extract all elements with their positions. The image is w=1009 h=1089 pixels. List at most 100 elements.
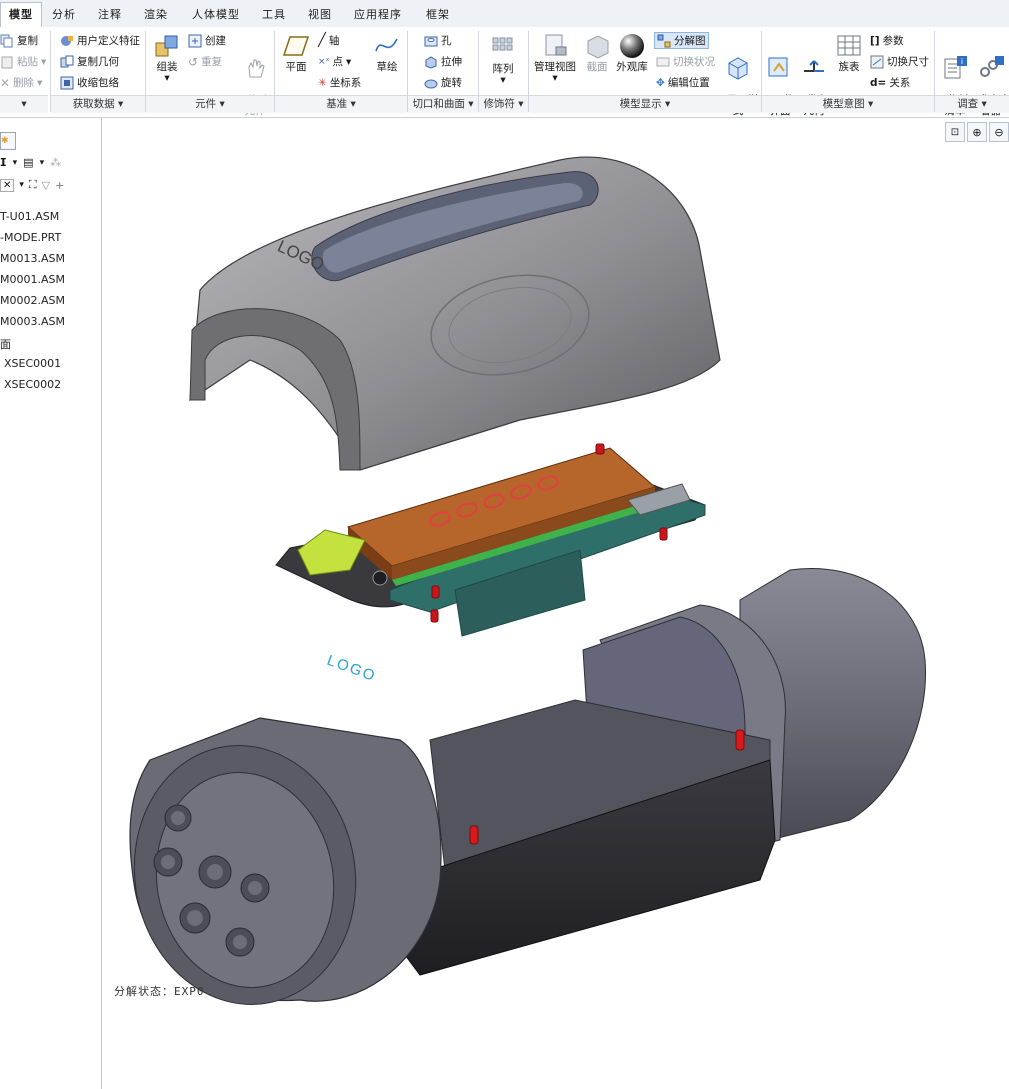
toggle-dimensions-label: 切换尺寸: [887, 56, 929, 68]
axis-icon: ╱: [318, 33, 326, 48]
tree-item[interactable]: M0013.ASM: [0, 252, 65, 265]
exploded-view-label: 分解图: [674, 35, 706, 47]
pattern-button[interactable]: 阵列 ▾: [486, 35, 520, 86]
extrude-icon: [425, 55, 437, 69]
paste-button[interactable]: 粘贴 ▾: [0, 54, 46, 69]
tree-item[interactable]: XSEC0001: [4, 357, 61, 370]
reference-viewer-icon: [979, 56, 1004, 77]
toggle-status-button[interactable]: 切换状况: [656, 54, 715, 69]
tab-applications[interactable]: 应用程序: [346, 3, 410, 26]
edit-position-icon: ✥: [656, 76, 665, 89]
model-tree-search-bar: ✕ ▾ ⛶ ▽ +: [0, 178, 64, 192]
group-footer-operations[interactable]: ▾: [0, 95, 48, 113]
toggle-dimensions-icon: [870, 55, 884, 68]
copy-geometry-icon: [60, 55, 74, 67]
exploded-state-label: 分解状态：EXP0: [114, 985, 205, 998]
copy-geometry-button[interactable]: 复制几何: [60, 54, 119, 69]
tree-item[interactable]: 面: [0, 336, 11, 352]
hole-button[interactable]: 孔: [424, 33, 452, 48]
binoculars-icon[interactable]: ⛶: [29, 178, 37, 192]
sketch-icon: [375, 38, 398, 52]
repeat-button[interactable]: ↺ 重复: [188, 54, 222, 69]
copy-button[interactable]: 复制: [0, 33, 38, 48]
exploded-view-button[interactable]: 分解图: [654, 32, 709, 49]
tab-framework[interactable]: 框架: [414, 3, 462, 26]
coordinate-system-button[interactable]: ✳ 坐标系: [318, 75, 361, 90]
group-footer-model-intent[interactable]: 模型意图 ▾: [762, 95, 934, 113]
close-icon[interactable]: ✕: [0, 178, 15, 192]
group-footer-modifier[interactable]: 修饰符 ▾: [479, 95, 528, 113]
main-housing-part[interactable]: [114, 568, 927, 1022]
paste-label: 粘贴: [17, 56, 38, 68]
tree-filter-icon[interactable]: ⁂: [50, 156, 61, 169]
tree-item[interactable]: M0001.ASM: [0, 273, 65, 286]
modifier-footer-label: 修饰符: [483, 98, 515, 110]
group-footer-model-display[interactable]: 模型显示 ▾: [529, 95, 761, 113]
get-data-footer-label: 获取数据: [72, 98, 115, 110]
tab-render[interactable]: 渲染: [136, 3, 176, 26]
point-icon: ×ˣ: [318, 56, 330, 67]
plane-icon: [282, 36, 310, 56]
group-footer-cut-surface[interactable]: 切口和曲面 ▾: [408, 95, 478, 113]
chevron-down-icon[interactable]: ▾: [19, 180, 24, 190]
delete-button[interactable]: ✕ 删除 ▾: [0, 75, 42, 90]
toggle-dimensions-button[interactable]: 切换尺寸: [870, 54, 929, 69]
model-tree-toolbar: ⵊ ▾ ▤ ▾ ⁂: [0, 156, 61, 169]
section-label: 截面: [586, 61, 608, 73]
extrude-label: 拉伸: [441, 56, 462, 68]
revolve-label: 旋转: [441, 77, 462, 89]
model-tree-tab[interactable]: ✱: [0, 132, 16, 150]
group-footer-datum[interactable]: 基准 ▾: [275, 95, 407, 113]
chevron-down-icon: ▾: [37, 76, 43, 89]
datum-point-button[interactable]: ×ˣ 点 ▾: [318, 54, 351, 69]
edit-position-button[interactable]: ✥ 编辑位置: [656, 75, 710, 90]
tab-model[interactable]: 模型: [0, 2, 42, 28]
parameters-button[interactable]: [] 参数: [870, 33, 904, 48]
appearance-label: 外观库: [616, 61, 648, 73]
copy-icon: [0, 34, 13, 47]
tab-analysis[interactable]: 分析: [44, 3, 84, 26]
tab-human-model[interactable]: 人体模型: [182, 3, 250, 26]
extrude-button[interactable]: 拉伸: [424, 54, 462, 69]
chevron-down-icon: ▾: [500, 74, 506, 86]
shrinkwrap-label: 收缩包络: [77, 77, 119, 89]
tree-settings-icon[interactable]: ⵊ: [0, 156, 7, 169]
filter-icon[interactable]: ▽: [42, 179, 50, 192]
tree-item[interactable]: XSEC0002: [4, 378, 61, 391]
tab-annotate[interactable]: 注释: [88, 3, 132, 26]
graphics-viewport[interactable]: LOGO: [102, 118, 1009, 1089]
appearance-gallery-button[interactable]: 外观库: [614, 33, 650, 73]
top-cover-part[interactable]: LOGO: [189, 156, 721, 471]
sketch-label: 草绘: [376, 61, 398, 73]
axis-label: 轴: [328, 35, 340, 47]
relations-label: 关系: [889, 77, 911, 89]
assemble-button[interactable]: 组装 ▾: [150, 33, 184, 84]
tree-columns-icon[interactable]: ▤: [23, 156, 33, 169]
user-defined-feature-button[interactable]: 用户定义特征: [60, 33, 140, 48]
chevron-down-icon[interactable]: ▾: [13, 158, 18, 168]
chevron-down-icon[interactable]: ▾: [40, 158, 45, 168]
datum-axis-button[interactable]: ╱ 轴: [318, 33, 339, 48]
sketch-button[interactable]: 草绘: [372, 33, 402, 73]
relations-button[interactable]: d= 关系: [870, 75, 910, 90]
tree-item[interactable]: -MODE.PRT: [0, 231, 61, 244]
revolve-button[interactable]: 旋转: [424, 75, 462, 90]
tree-item[interactable]: M0003.ASM: [0, 315, 65, 328]
hand-icon: [248, 59, 265, 78]
add-icon[interactable]: +: [55, 179, 64, 192]
tab-tools[interactable]: 工具: [254, 3, 294, 26]
tab-view[interactable]: 视图: [298, 3, 342, 26]
tree-item[interactable]: M0002.ASM: [0, 294, 65, 307]
shrinkwrap-button[interactable]: 收缩包络: [60, 75, 119, 90]
section-button[interactable]: 截面: [584, 33, 610, 73]
group-footer-investigate[interactable]: 调查 ▾: [935, 95, 1009, 113]
model-tree-panel: ✱ ⵊ ▾ ▤ ▾ ⁂ ✕ ▾ ⛶ ▽ + T-U01.ASM -MODE.PR…: [0, 118, 102, 1089]
tree-item[interactable]: T-U01.ASM: [0, 210, 59, 223]
family-table-button[interactable]: 族表: [834, 33, 864, 73]
group-footer-component[interactable]: 元件 ▾: [146, 95, 274, 113]
datum-plane-button[interactable]: 平面: [280, 33, 312, 73]
manage-views-button[interactable]: 管理视图 ▾: [532, 33, 578, 84]
pcb-assembly-part[interactable]: [275, 443, 706, 637]
group-footer-get-data[interactable]: 获取数据 ▾: [51, 95, 145, 113]
create-component-button[interactable]: 创建: [188, 33, 226, 48]
